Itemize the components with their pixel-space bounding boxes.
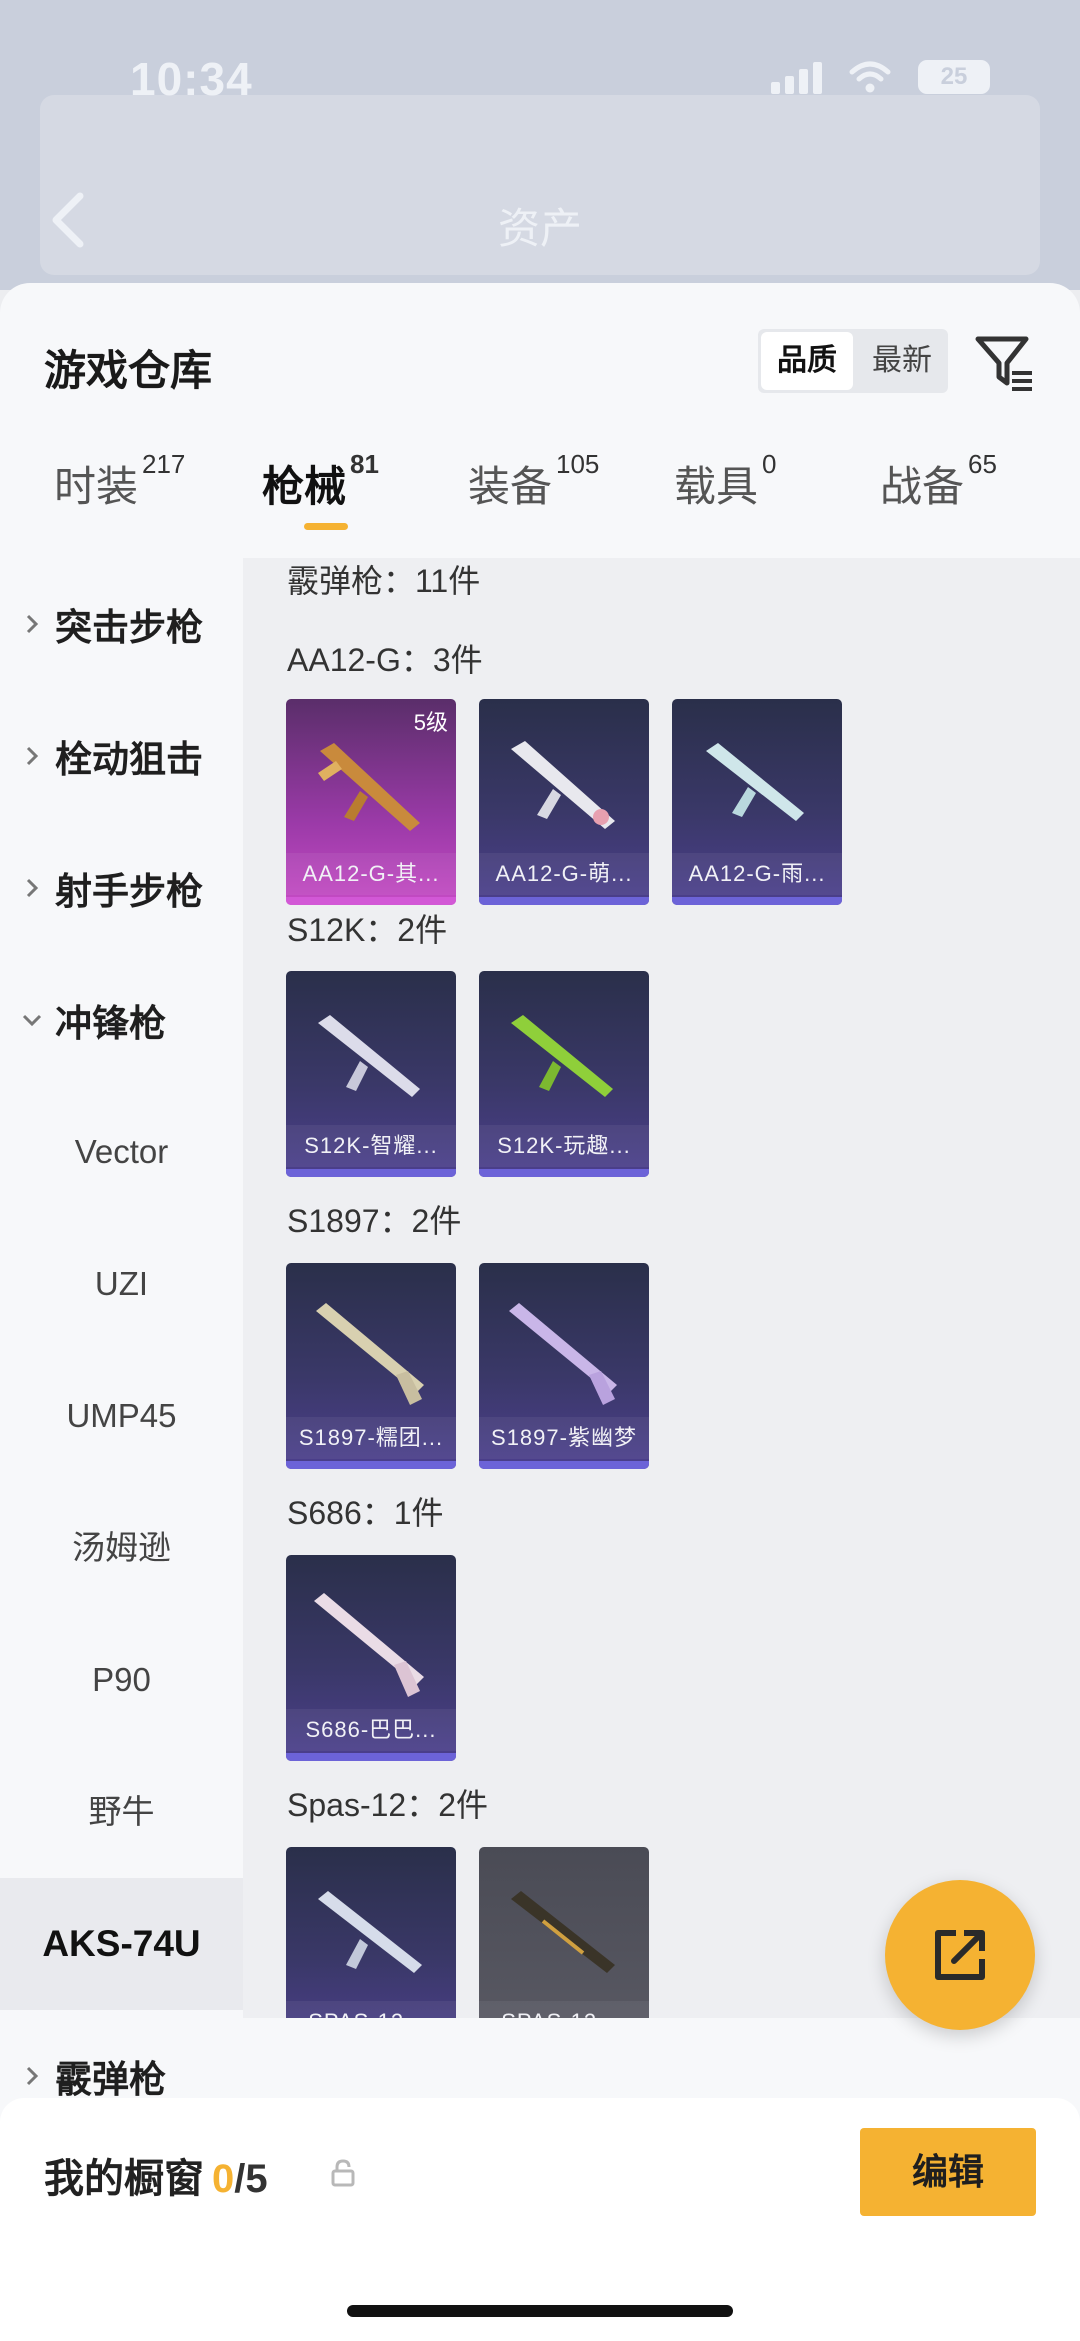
weapon-sidebar: 突击步枪 栓动狙击 射手步枪 冲锋枪 Vector UZI UMP45 汤姆逊 …: [0, 558, 243, 2100]
rarity-bar: [286, 1169, 456, 1177]
status-icons: 25: [771, 60, 990, 94]
weapon-name: S1897-糯团...: [286, 1417, 456, 1459]
weapon-name: S12K-玩趣...: [479, 1125, 649, 1167]
weapon-skin-image: [316, 1303, 424, 1405]
tab-fashion[interactable]: 时装 217: [54, 449, 185, 514]
weapon-skin-image: [318, 1015, 420, 1097]
sidebar-item-label: 栓动狙击: [55, 739, 203, 780]
weapon-card[interactable]: S1897-紫幽梦: [479, 1263, 649, 1469]
weapon-name: AA12-G-萌...: [479, 853, 649, 895]
rarity-bar: [286, 897, 456, 905]
tab-vehicles[interactable]: 载具 0: [674, 449, 776, 514]
sidebar-item-label: 冲锋枪: [55, 1003, 166, 1044]
sidebar-item-label: 射手步枪: [55, 871, 203, 912]
level-badge: 5级: [413, 710, 448, 735]
rarity-bar: [479, 1461, 649, 1469]
weapon-name: S12K-智耀...: [286, 1125, 456, 1167]
rarity-bar: [286, 1753, 456, 1761]
sidebar-sub-bizon[interactable]: 野牛: [0, 1746, 243, 1878]
weapon-name: SPAS-12-...: [286, 2001, 456, 2018]
weapon-card[interactable]: SPAS-12-...: [479, 1847, 649, 2018]
section-header: 霰弹枪：11件: [287, 563, 481, 599]
weapon-name: AA12-G-雨...: [672, 853, 842, 895]
tab-equipment[interactable]: 装备 105: [468, 449, 599, 514]
warehouse-sheet: 游戏仓库 品质 最新 时装 217 枪械 81 装备 105 载具 0 战备 65 突击步…: [0, 283, 1080, 2341]
battery-icon: 25: [918, 60, 990, 94]
weapon-card[interactable]: S686-巴巴...: [286, 1555, 456, 1761]
sort-newest-button[interactable]: 最新: [856, 329, 948, 393]
weapon-skin-image: [511, 1015, 613, 1097]
group-title: AA12-G：3件: [287, 642, 483, 678]
home-indicator: [347, 2305, 733, 2317]
sort-toggle: 品质 最新: [758, 329, 948, 393]
lock-icon: [331, 2159, 355, 2187]
sidebar-item-label: 突击步枪: [55, 607, 203, 648]
weapon-name: AA12-G-其...: [286, 853, 456, 895]
share-fab-button[interactable]: [885, 1880, 1035, 2030]
weapon-card[interactable]: 5级 AA12-G-其...: [286, 699, 456, 905]
weapon-card[interactable]: S1897-糯团...: [286, 1263, 456, 1469]
status-time: 10:34: [130, 53, 253, 105]
rarity-bar: [479, 897, 649, 905]
rarity-bar: [479, 1169, 649, 1177]
sort-quality-button[interactable]: 品质: [761, 332, 853, 390]
weapon-card[interactable]: AA12-G-雨...: [672, 699, 842, 905]
tab-guns[interactable]: 枪械 81: [262, 449, 379, 530]
tab-supplies[interactable]: 战备 65: [880, 449, 997, 514]
weapon-card[interactable]: S12K-玩趣...: [479, 971, 649, 1177]
weapon-card[interactable]: AA12-G-萌...: [479, 699, 649, 905]
group-title: Spas-12：2件: [287, 1787, 488, 1823]
sidebar-item-marksman-rifle[interactable]: 射手步枪: [0, 822, 243, 954]
weapon-skin-image: [509, 1303, 617, 1405]
showcase-label: 我的橱窗 0/5: [44, 2157, 268, 2201]
sidebar-sub-aks74u[interactable]: AKS-74U: [0, 1878, 243, 2010]
sidebar-sub-ump45[interactable]: UMP45: [0, 1350, 243, 1482]
edit-button[interactable]: 编辑: [860, 2128, 1036, 2216]
weapon-card[interactable]: SPAS-12-...: [286, 1847, 456, 2018]
chevron-right-icon: [26, 746, 39, 766]
weapon-card[interactable]: S12K-智耀...: [286, 971, 456, 1177]
group-title: S1897：2件: [287, 1203, 462, 1239]
share-icon: [935, 1930, 985, 1980]
weapon-name: S686-巴巴...: [286, 1709, 456, 1751]
signal-icon: [771, 60, 822, 94]
weapon-skin-image: [511, 741, 615, 829]
rarity-bar: [286, 1461, 456, 1469]
weapon-skin-image: [706, 743, 804, 821]
group-title: S686：1件: [287, 1495, 444, 1531]
category-tabs: 时装 217 枪械 81 装备 105 载具 0 战备 65: [0, 449, 1080, 553]
page-title: 资产: [497, 205, 582, 252]
sidebar-sub-vector[interactable]: Vector: [0, 1086, 243, 1218]
sidebar-sub-p90[interactable]: P90: [0, 1614, 243, 1746]
weapon-skin-image: [314, 1593, 424, 1697]
weapon-list: 霰弹枪：11件 AA12-G：3件 5级 AA12-G-其... AA12-G-…: [243, 558, 1080, 2018]
weapon-skin-image: [318, 1891, 422, 1973]
sidebar-item-assault-rifle[interactable]: 突击步枪: [0, 558, 243, 690]
weapon-name: S1897-紫幽梦: [479, 1417, 649, 1459]
sidebar-sub-uzi[interactable]: UZI: [0, 1218, 243, 1350]
chevron-down-icon: [22, 1014, 42, 1027]
group-title: S12K：2件: [287, 912, 448, 948]
sidebar-item-smg[interactable]: 冲锋枪: [0, 954, 243, 1086]
sidebar-item-label: 霰弹枪: [55, 2059, 166, 2100]
sidebar-sub-thompson[interactable]: 汤姆逊: [0, 1482, 243, 1614]
weapon-skin-image: [318, 743, 420, 831]
weapon-skin-image: [511, 1891, 615, 1973]
wifi-icon: [849, 61, 891, 93]
rarity-bar: [672, 897, 842, 905]
weapon-name: SPAS-12-...: [479, 2001, 649, 2018]
chevron-right-icon: [26, 614, 39, 634]
sidebar-item-bolt-sniper[interactable]: 栓动狙击: [0, 690, 243, 822]
chevron-right-icon: [26, 878, 39, 898]
filter-icon[interactable]: [972, 331, 1036, 395]
chevron-right-icon: [26, 2066, 39, 2086]
sheet-title: 游戏仓库: [44, 347, 213, 394]
